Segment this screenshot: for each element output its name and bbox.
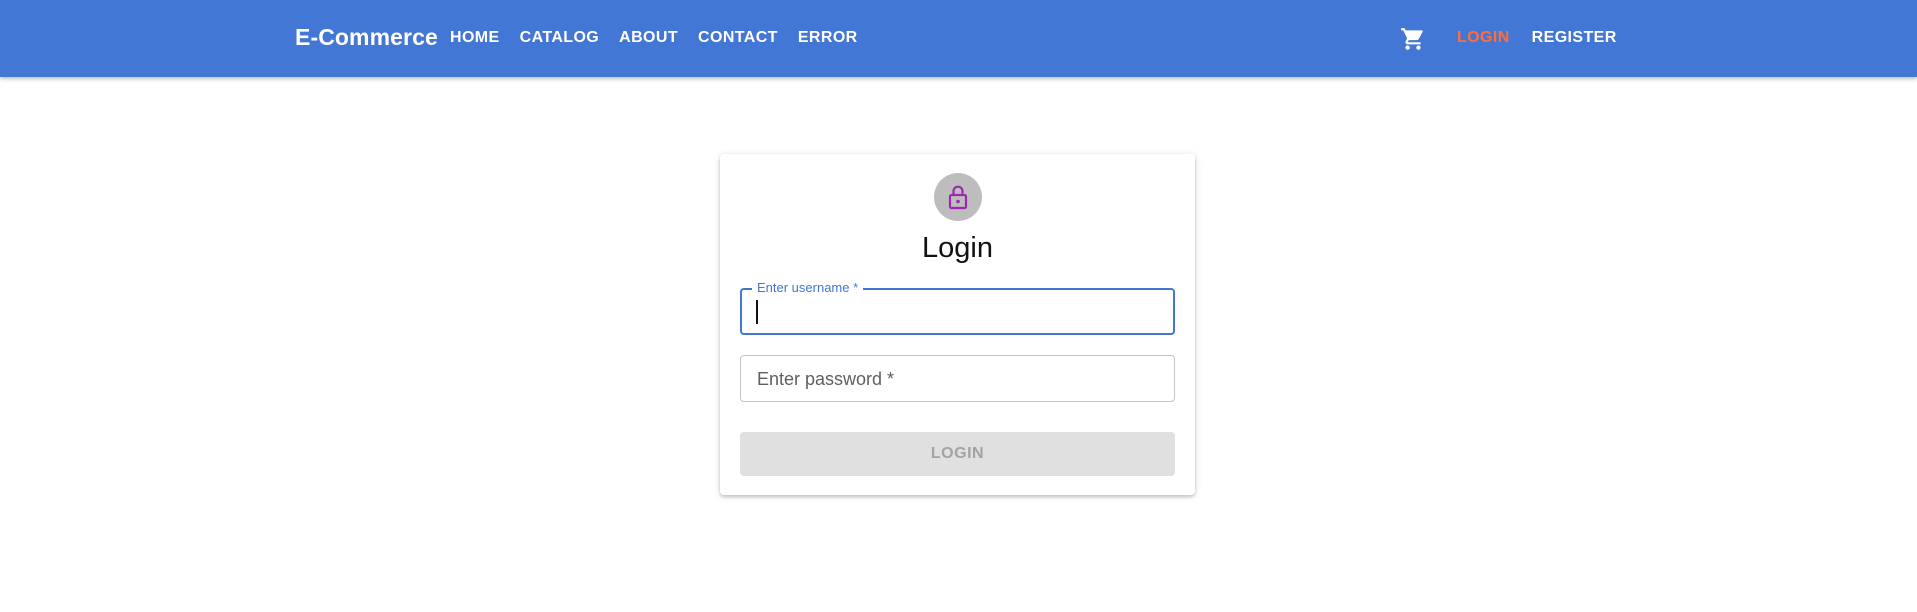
brand-title[interactable]: E-Commerce: [295, 24, 438, 51]
lock-open-icon: [948, 185, 968, 210]
username-input[interactable]: [756, 302, 1156, 323]
main-nav: HOME CATALOG ABOUT CONTACT ERROR: [450, 29, 858, 47]
password-placeholder: Enter password *: [757, 369, 895, 389]
nav-home[interactable]: HOME: [450, 29, 500, 47]
nav-about[interactable]: ABOUT: [619, 29, 678, 47]
username-field[interactable]: Enter username *: [740, 280, 1175, 335]
page-title: Login: [922, 232, 993, 264]
username-label: Enter username *: [752, 280, 864, 295]
nav-register[interactable]: REGISTER: [1532, 29, 1617, 47]
nav-error[interactable]: ERROR: [798, 29, 858, 47]
nav-catalog[interactable]: CATALOG: [520, 29, 600, 47]
nav-contact[interactable]: CONTACT: [698, 29, 778, 47]
avatar: [934, 173, 982, 221]
text-caret: [756, 300, 758, 324]
login-card: Login Enter username * Enter password * …: [720, 154, 1195, 495]
app-bar: E-Commerce HOME CATALOG ABOUT CONTACT ER…: [0, 0, 1917, 77]
auth-links: LOGIN REGISTER: [1457, 29, 1617, 47]
login-submit-button[interactable]: LOGIN: [740, 432, 1175, 476]
password-field[interactable]: Enter password *: [740, 355, 1175, 402]
nav-login[interactable]: LOGIN: [1457, 29, 1510, 47]
shopping-cart-icon[interactable]: [1400, 26, 1426, 52]
